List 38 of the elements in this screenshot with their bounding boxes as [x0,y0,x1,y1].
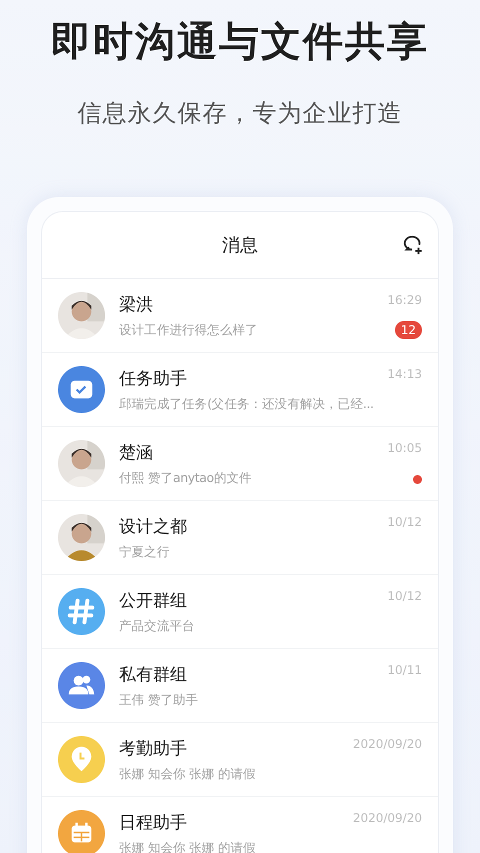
message-time: 10:05 [387,441,422,455]
unread-count-badge: 12 [394,321,422,339]
message-preview: 产品交流平台 [119,618,196,634]
message-preview: 宁夏之行 [119,544,170,560]
headline: 即时沟通与文件共享 [51,18,429,67]
contact-name: 梁洪 [119,294,154,316]
contact-name: 公开群组 [119,590,188,612]
contact-name: 日程助手 [119,812,188,834]
message-preview: 邱瑞完成了任务(父任务：还没有解决，已经... [119,396,374,412]
message-time: 14:13 [387,367,422,381]
message-preview: 张娜 知会你 张娜 的请假 [119,766,257,782]
message-preview: 王伟 赞了助手 [119,692,200,708]
conversation-item[interactable]: 任务助手 邱瑞完成了任务(父任务：还没有解决，已经... 14:13 [42,353,438,427]
message-preview: 设计工作进行得怎么样了 [119,322,259,338]
message-time: 10/12 [387,515,422,529]
subtitle: 信息永久保存，专为企业打造 [78,98,402,129]
conversation-item[interactable]: 梁洪 设计工作进行得怎么样了 16:29 12 [42,279,438,353]
message-time: 2020/09/20 [352,811,422,825]
conversation-item[interactable]: 公开群组 产品交流平台 10/12 [42,575,438,649]
message-time: 16:29 [387,293,422,307]
conversation-item[interactable]: 楚涵 付熙 赞了anytao的文件 10:05 [42,427,438,501]
new-chat-icon[interactable] [402,234,424,256]
conversation-item[interactable]: 考勤助手 张娜 知会你 张娜 的请假 2020/09/20 [42,723,438,797]
unread-dot [413,475,422,484]
screen-title: 消息 [222,234,258,257]
message-preview: 付熙 赞了anytao的文件 [119,470,253,486]
conversation-item[interactable]: 设计之都 宁夏之行 10/12 [42,501,438,575]
contact-name: 考勤助手 [119,738,188,760]
conversation-item[interactable]: 日程助手 张娜 知会你 张娜 的请假 2020/09/20 [42,797,438,853]
message-time: 10/12 [387,589,422,603]
contact-name: 楚涵 [119,442,154,464]
contact-name: 设计之都 [119,516,188,538]
contact-name: 任务助手 [119,368,188,390]
message-preview: 张娜 知会你 张娜 的请假 [119,840,257,853]
contact-name: 私有群组 [119,664,188,686]
message-time: 2020/09/20 [352,737,422,751]
message-time: 10/11 [387,663,422,677]
conversation-item[interactable]: 私有群组 王伟 赞了助手 10/11 [42,649,438,723]
